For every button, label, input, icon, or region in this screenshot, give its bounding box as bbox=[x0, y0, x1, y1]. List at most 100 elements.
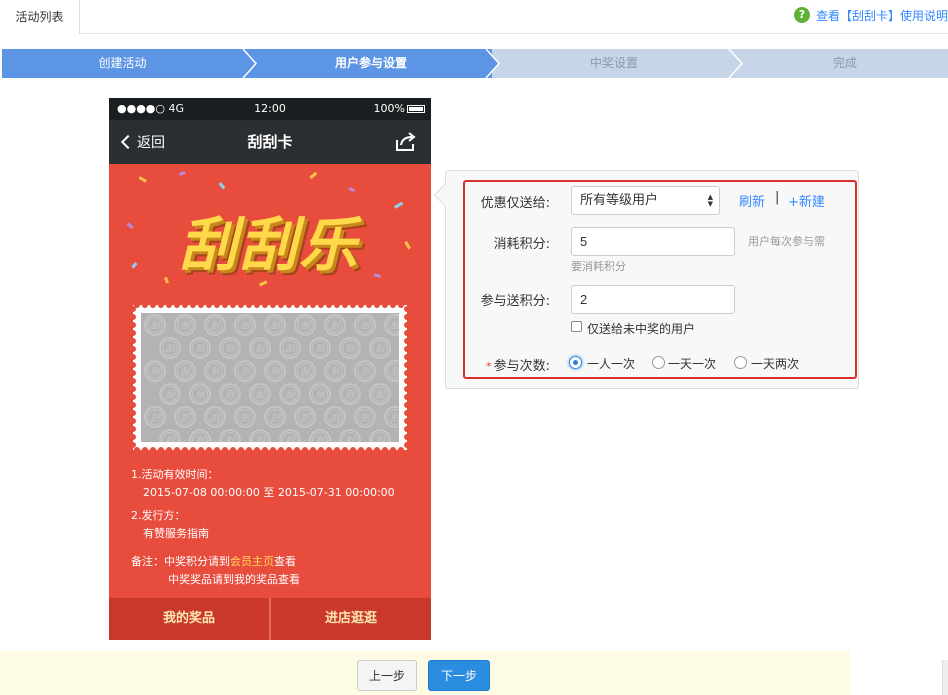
share-icon[interactable] bbox=[395, 132, 417, 152]
watermark-badge: 刮 bbox=[219, 337, 241, 359]
once-per-person-label: 一人一次 bbox=[587, 357, 636, 371]
svg-text:刮: 刮 bbox=[285, 390, 296, 401]
unwon-only-checkbox[interactable] bbox=[571, 321, 582, 332]
watermark-badge: 刮 bbox=[369, 383, 391, 405]
send-to-select[interactable]: 所有等级用户 ▲ ▼ bbox=[571, 186, 720, 215]
phone-preview: ●●●●○ 4G 12:00 100% 返回 刮刮卡 刮刮乐 刮 刮 刮 刮 刮… bbox=[109, 98, 431, 640]
watermark-badge: 刮 bbox=[324, 406, 346, 428]
svg-text:刮: 刮 bbox=[255, 436, 266, 443]
watermark-badge: 刮 bbox=[294, 406, 316, 428]
watermark-badge: 刮 bbox=[324, 314, 346, 336]
watermark-badge: 刮 bbox=[339, 337, 361, 359]
scratch-area[interactable]: 刮刮刮刮刮刮刮刮刮刮刮刮刮刮刮刮刮刮刮刮刮刮刮刮刮刮刮刮刮刮刮刮刮刮刮刮刮刮刮刮… bbox=[141, 313, 399, 442]
watermark-badge: 刮 bbox=[189, 429, 211, 442]
watermark-badge: 刮 bbox=[384, 360, 399, 382]
svg-text:刮: 刮 bbox=[240, 413, 251, 424]
svg-text:刮: 刮 bbox=[360, 413, 371, 424]
times-label-wrap: * 参与次数: bbox=[460, 355, 550, 374]
svg-text:刮: 刮 bbox=[375, 344, 386, 355]
cost-hint-continued: 要消耗积分 bbox=[571, 260, 626, 273]
validity-range: 2015-07-08 00:00:00 至 2015-07-31 00:00:0… bbox=[143, 486, 395, 499]
watermark-badge: 刮 bbox=[144, 314, 166, 336]
svg-text:刮: 刮 bbox=[180, 321, 191, 332]
radio-once-per-day[interactable] bbox=[652, 356, 665, 369]
watermark-badge: 刮 bbox=[354, 360, 376, 382]
watermark-badge: 刮 bbox=[354, 406, 376, 428]
svg-text:刮: 刮 bbox=[270, 367, 281, 378]
svg-text:刮: 刮 bbox=[195, 344, 206, 355]
svg-text:刮: 刮 bbox=[165, 390, 176, 401]
svg-text:刮: 刮 bbox=[210, 413, 221, 424]
radio-once-per-person[interactable] bbox=[569, 356, 582, 369]
svg-text:刮: 刮 bbox=[315, 344, 326, 355]
step-prize-settings: 中奖设置 bbox=[589, 56, 638, 70]
member-home-link[interactable]: 会员主页 bbox=[230, 555, 274, 568]
phone-nav-bar: 返回 刮刮卡 bbox=[109, 120, 431, 164]
watermark-badge: 刮 bbox=[159, 429, 181, 442]
watermark-badge: 刮 bbox=[294, 314, 316, 336]
watermark-badge: 刮 bbox=[264, 406, 286, 428]
scratch-watermark-pattern: 刮刮刮刮刮刮刮刮刮刮刮刮刮刮刮刮刮刮刮刮刮刮刮刮刮刮刮刮刮刮刮刮刮刮刮刮刮刮刮刮… bbox=[144, 314, 399, 443]
svg-text:刮: 刮 bbox=[270, 413, 281, 424]
radio-twice-per-day[interactable] bbox=[734, 356, 747, 369]
svg-text:刮: 刮 bbox=[345, 436, 356, 443]
svg-text:刮: 刮 bbox=[285, 344, 296, 355]
svg-text:刮: 刮 bbox=[240, 367, 251, 378]
watermark-badge: 刮 bbox=[234, 406, 256, 428]
refresh-link[interactable]: 刷新 bbox=[739, 191, 765, 210]
tab-activity-list[interactable]: 活动列表 bbox=[0, 0, 80, 34]
step-progress-bar: 创建活动 用户参与设置 中奖设置 完成 bbox=[2, 49, 948, 78]
watermark-badge: 刮 bbox=[189, 337, 211, 359]
svg-text:刮: 刮 bbox=[345, 390, 356, 401]
watermark-badge: 刮 bbox=[189, 383, 211, 405]
once-per-day-label: 一天一次 bbox=[668, 357, 717, 371]
next-step-button[interactable]: 下一步 bbox=[428, 660, 490, 691]
reward-input[interactable]: 2 bbox=[571, 285, 735, 314]
svg-text:刮: 刮 bbox=[315, 436, 326, 443]
watermark-badge: 刮 bbox=[204, 314, 226, 336]
watermark-badge: 刮 bbox=[159, 337, 181, 359]
my-prizes-button[interactable]: 我的奖品 bbox=[109, 598, 269, 640]
watermark-badge: 刮 bbox=[174, 360, 196, 382]
watermark-badge: 刮 bbox=[369, 337, 391, 359]
send-to-value: 所有等级用户 bbox=[580, 193, 659, 208]
phone-footer: 我的奖品 进店逛逛 bbox=[109, 598, 431, 640]
new-link[interactable]: +新建 bbox=[788, 191, 825, 210]
panel-pointer bbox=[433, 183, 457, 207]
help-link[interactable]: 查看【刮刮卡】使用说明 bbox=[816, 7, 948, 24]
svg-text:刮: 刮 bbox=[195, 390, 206, 401]
watermark-badge: 刮 bbox=[384, 314, 399, 336]
validity-title: 1.活动有效时间： bbox=[131, 468, 219, 481]
svg-text:刮: 刮 bbox=[390, 321, 399, 332]
help-area: ? 查看【刮刮卡】使用说明 bbox=[793, 6, 948, 24]
svg-text:刮: 刮 bbox=[300, 367, 311, 378]
visit-store-button[interactable]: 进店逛逛 bbox=[271, 598, 431, 640]
reward-label: 参与送积分: bbox=[480, 294, 550, 309]
select-arrows-icon: ▲ ▼ bbox=[707, 193, 713, 208]
svg-text:刮: 刮 bbox=[240, 321, 251, 332]
svg-text:刮: 刮 bbox=[330, 321, 341, 332]
cost-input[interactable]: 5 bbox=[571, 227, 735, 256]
svg-text:刮: 刮 bbox=[345, 344, 356, 355]
note-text-b: 查看 bbox=[274, 555, 296, 568]
note-text-a: 中奖积分请到 bbox=[164, 555, 230, 568]
svg-text:刮: 刮 bbox=[255, 390, 266, 401]
watermark-badge: 刮 bbox=[324, 360, 346, 382]
svg-text:刮: 刮 bbox=[390, 367, 399, 378]
svg-text:刮: 刮 bbox=[285, 436, 296, 443]
send-to-label: 优惠仅送给: bbox=[480, 196, 550, 211]
svg-text:刮: 刮 bbox=[150, 367, 161, 378]
svg-text:刮: 刮 bbox=[180, 367, 191, 378]
scrollbar-fragment[interactable] bbox=[942, 660, 948, 695]
svg-text:刮: 刮 bbox=[270, 321, 281, 332]
watermark-badge: 刮 bbox=[219, 383, 241, 405]
help-icon: ? bbox=[793, 7, 810, 23]
times-label: 参与次数: bbox=[493, 359, 550, 374]
step-create: 创建活动 bbox=[98, 56, 147, 70]
watermark-badge: 刮 bbox=[204, 406, 226, 428]
watermark-badge: 刮 bbox=[174, 406, 196, 428]
cost-hint: 用户每次参与需 bbox=[748, 235, 825, 248]
watermark-badge: 刮 bbox=[249, 429, 271, 443]
previous-step-button[interactable]: 上一步 bbox=[357, 660, 417, 691]
watermark-badge: 刮 bbox=[339, 383, 361, 405]
